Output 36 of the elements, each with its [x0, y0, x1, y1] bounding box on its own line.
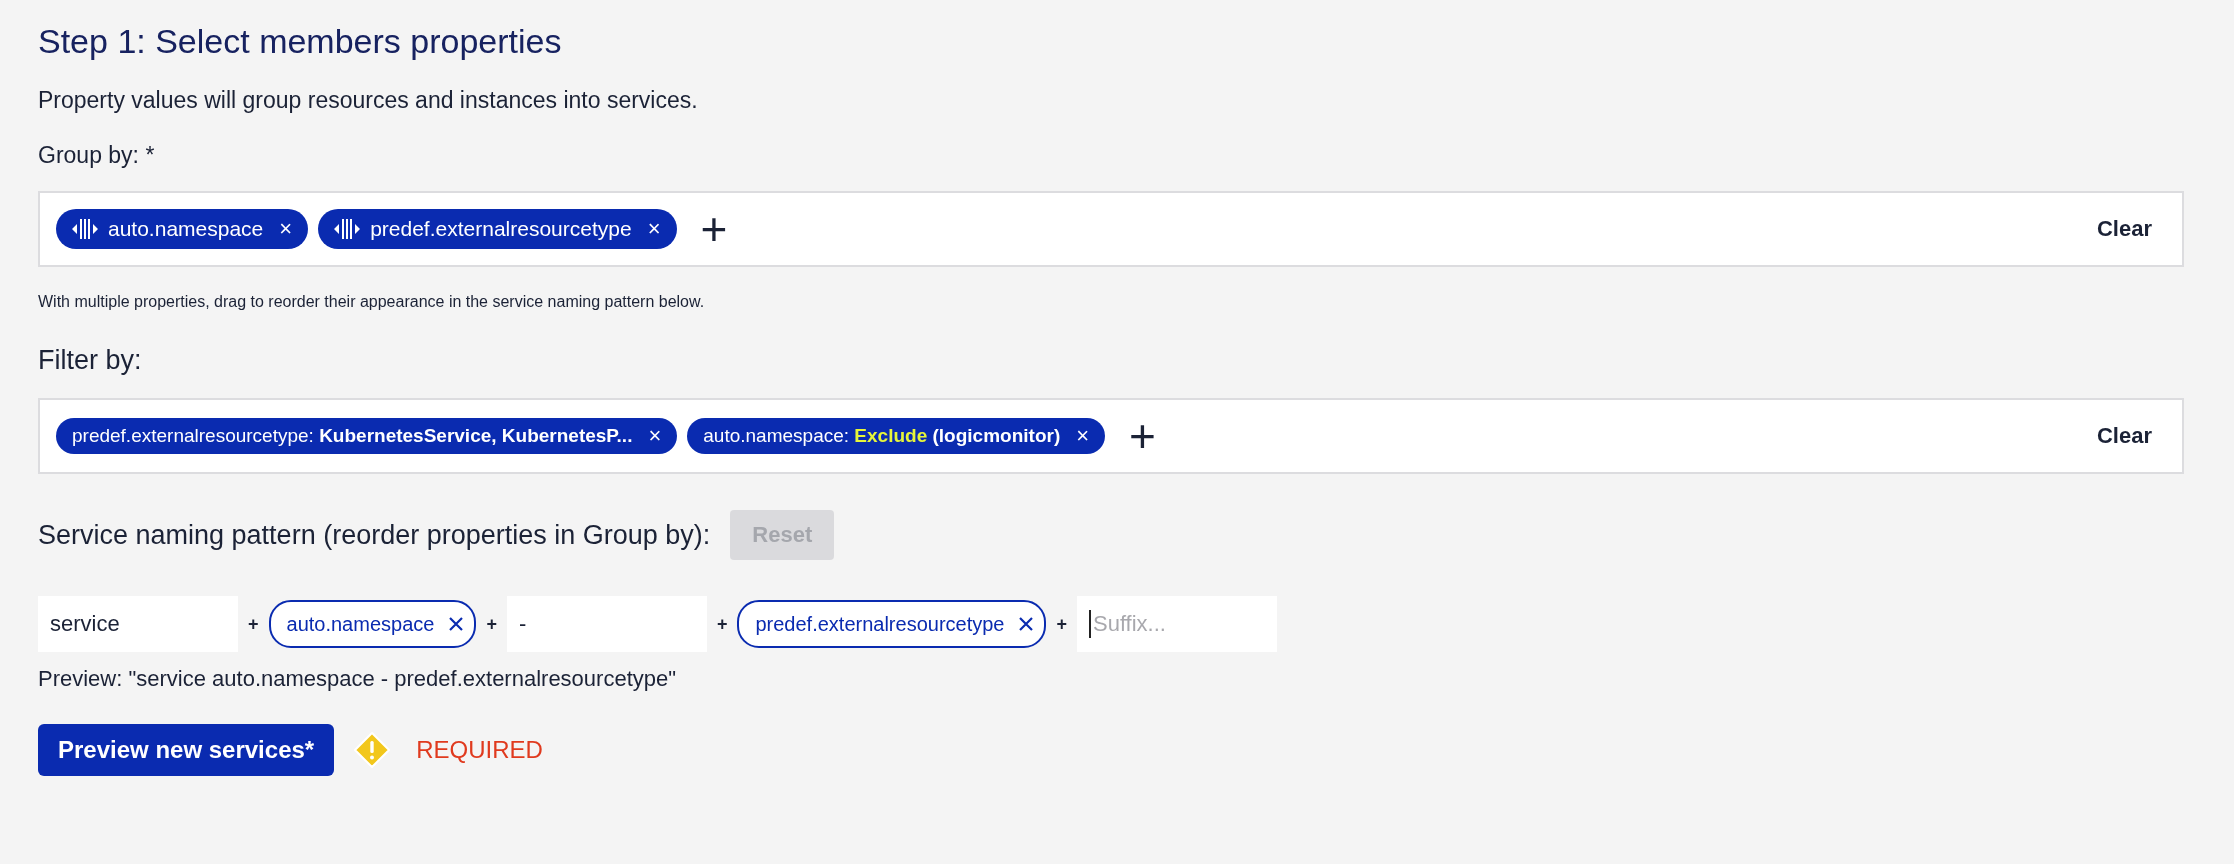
group-by-label: Group by: * — [38, 142, 156, 169]
drag-handle-icon[interactable] — [334, 218, 361, 240]
drag-handle-icon[interactable] — [72, 218, 98, 240]
filter-by-label: Filter by: — [38, 345, 143, 376]
add-button[interactable]: + — [700, 206, 728, 252]
description: Property values will group resources and instances into services. — [38, 87, 699, 114]
text-field[interactable]: - — [506, 596, 707, 652]
hint-text: With multiple properties, drag to reorder their appearance in the service naming pattern below. — [38, 293, 706, 311]
property-chip[interactable]: auto.namespace × — [56, 209, 309, 249]
filter-by-field[interactable]: predef.externalresourcetype: KubernetesService, KubernetesP... × auto.namespace: Exclude (logicmonitor) × + Clear — [38, 398, 2184, 474]
remove-button[interactable]: × — [1076, 423, 1090, 449]
filter-chip[interactable]: predef.externalresourcetype: KubernetesService, KubernetesP... × — [56, 418, 678, 454]
remove-button[interactable]: × — [279, 216, 293, 242]
property-chip[interactable]: predef.externalresourcetype × — [318, 209, 677, 249]
preview-services-button[interactable]: Preview new services* — [38, 724, 335, 776]
filter-chip[interactable]: auto.namespace: Exclude (logicmonitor) × — [687, 418, 1106, 454]
close-icon[interactable] — [1018, 616, 1035, 632]
preview-text: Preview: "service auto.namespace - predef.externalresourcetype" — [38, 666, 678, 692]
naming-pattern-label: Service naming pattern (reorder properties in Group by): — [38, 519, 711, 551]
property-chip[interactable]: predef.externalresourcetype — [737, 600, 1047, 648]
group-by-field[interactable]: auto.namespace × predef.externalresourcetype × + Clear — [38, 191, 2184, 267]
text-field[interactable]: service — [38, 596, 238, 652]
plus-sign: + — [248, 613, 259, 635]
close-icon[interactable] — [448, 616, 465, 632]
add-button[interactable]: + — [1129, 413, 1156, 459]
warning-icon — [354, 732, 391, 768]
plus-sign: + — [486, 613, 497, 635]
remove-button[interactable]: × — [647, 216, 661, 242]
clear-button[interactable]: Clear — [2096, 216, 2152, 242]
required-text: REQUIRED — [416, 736, 543, 764]
property-chip[interactable]: auto.namespace — [268, 600, 477, 648]
clear-button[interactable]: Clear — [2096, 423, 2152, 449]
plus-sign: + — [716, 613, 728, 635]
plus-sign: + — [1056, 613, 1067, 635]
step-title: Step 1: Select members properties — [38, 22, 563, 61]
remove-button[interactable]: × — [648, 423, 662, 449]
